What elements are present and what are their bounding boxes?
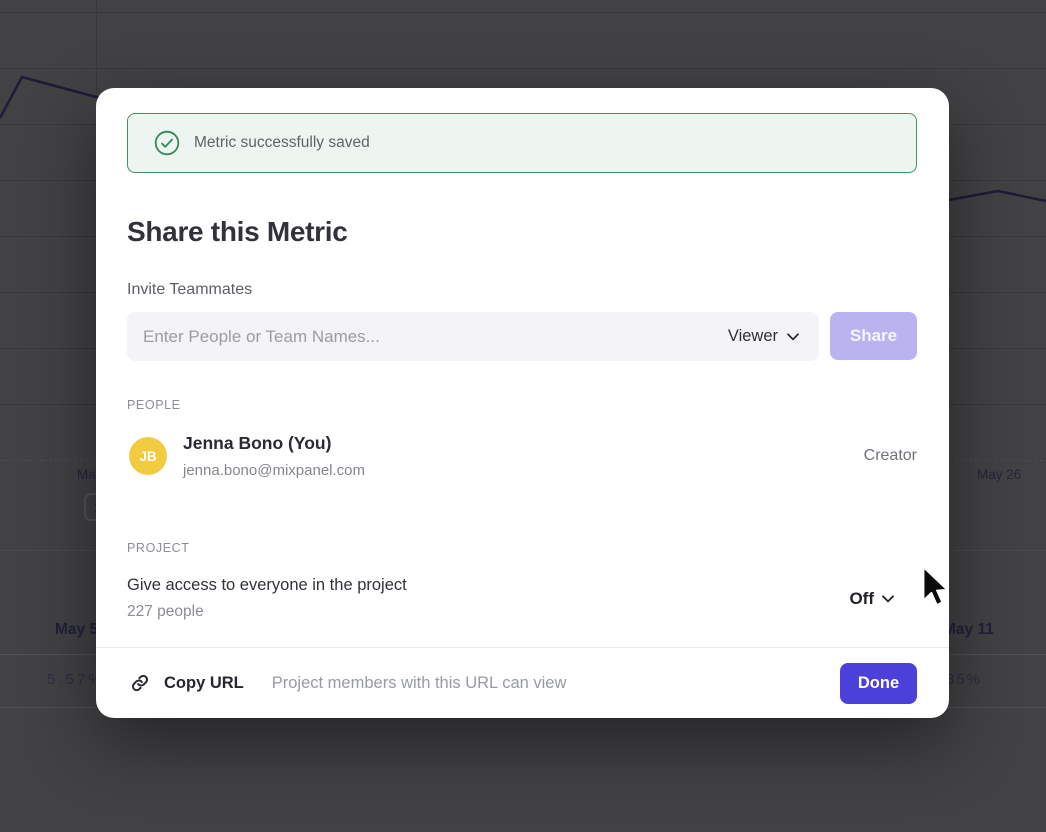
share-button[interactable]: Share xyxy=(830,312,917,360)
table-value-right: 35% xyxy=(946,671,982,688)
role-selector-value: Viewer xyxy=(728,327,778,346)
member-info: Jenna Bono (You) jenna.bono@mixpanel.com xyxy=(183,433,365,479)
check-circle-icon xyxy=(154,130,180,156)
project-access-selector[interactable]: Off xyxy=(849,589,894,609)
invite-teammates-label: Invite Teammates xyxy=(127,281,252,299)
chevron-down-icon xyxy=(787,333,799,341)
role-selector[interactable]: Viewer xyxy=(728,327,799,346)
member-name: Jenna Bono (You) xyxy=(183,433,365,454)
modal-title: Share this Metric xyxy=(127,216,348,248)
share-metric-modal: Metric successfully saved Share this Met… xyxy=(96,88,949,718)
toast-message: Metric successfully saved xyxy=(194,134,370,152)
mouse-cursor-icon xyxy=(920,566,948,608)
x-axis-label-right: May 26 xyxy=(977,467,1021,482)
project-access-row: Give access to everyone in the project 2… xyxy=(127,576,917,621)
people-heading: PEOPLE xyxy=(127,398,181,412)
invite-row: Viewer Share xyxy=(127,312,917,361)
invite-field[interactable]: Viewer xyxy=(127,312,819,361)
project-member-count: 227 people xyxy=(127,603,407,621)
modal-footer: Copy URL Project members with this URL c… xyxy=(96,647,949,718)
project-access-value: Off xyxy=(849,589,874,609)
member-email: jenna.bono@mixpanel.com xyxy=(183,462,365,479)
member-role: Creator xyxy=(864,447,917,465)
project-heading: PROJECT xyxy=(127,541,190,555)
invite-input[interactable] xyxy=(143,327,728,347)
table-header-may11: May 11 xyxy=(943,621,994,639)
copy-url-hint: Project members with this URL can view xyxy=(272,674,567,693)
project-access-title: Give access to everyone in the project xyxy=(127,576,407,595)
table-header-may5: May 5 xyxy=(55,621,98,639)
chevron-down-icon xyxy=(882,595,894,603)
project-access-text: Give access to everyone in the project 2… xyxy=(127,576,407,621)
avatar-initials: JB xyxy=(139,449,156,464)
app-background: Ma May 26 1 May 5 May 11 5.57% 35% Metri… xyxy=(0,0,1046,832)
done-button[interactable]: Done xyxy=(840,663,917,704)
success-toast: Metric successfully saved xyxy=(127,113,917,173)
link-icon[interactable] xyxy=(129,672,151,694)
x-axis-label-left: Ma xyxy=(77,467,96,482)
avatar: JB xyxy=(129,437,167,475)
member-row: JB Jenna Bono (You) jenna.bono@mixpanel.… xyxy=(127,433,917,479)
copy-url-button[interactable]: Copy URL xyxy=(164,674,244,693)
